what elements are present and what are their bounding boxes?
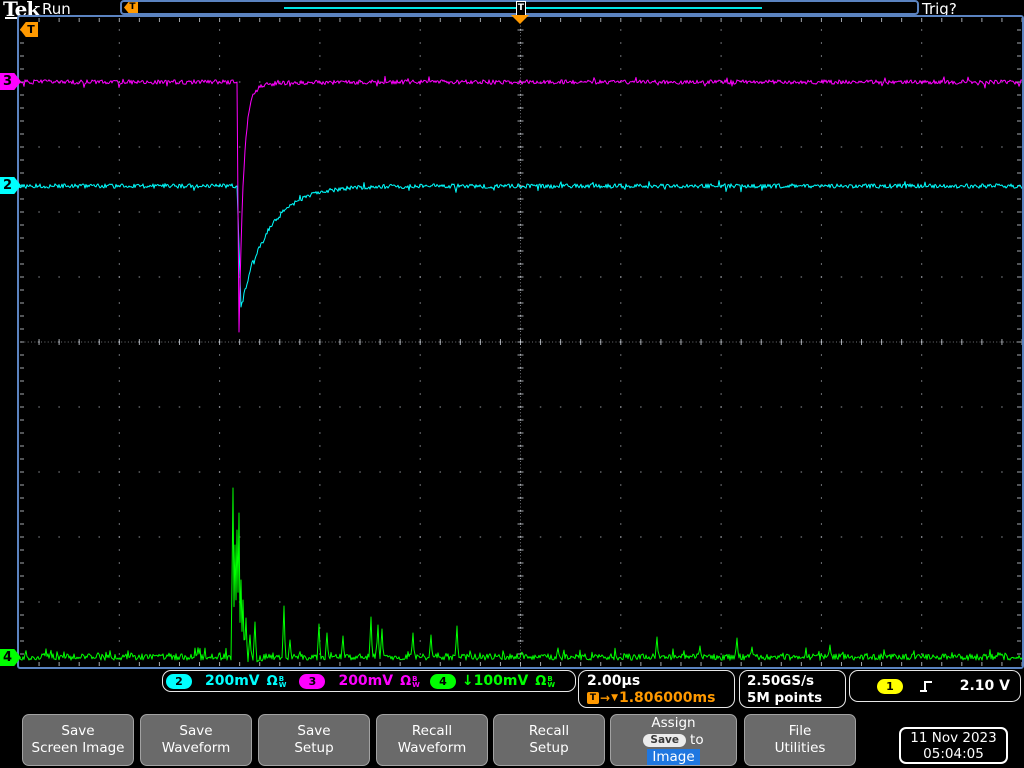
channel-4-readout[interactable]: 4 ↓100mV ΩBW bbox=[429, 673, 556, 689]
date-time-display: 11 Nov 2023 05:04:05 bbox=[899, 727, 1008, 764]
channel-2-readout[interactable]: 2 200mV ΩBW bbox=[166, 673, 286, 689]
delay-value: 1.806000ms bbox=[618, 690, 716, 706]
bandwidth-badge: BW bbox=[412, 674, 420, 689]
channel-2-coupling: ΩBW bbox=[266, 673, 287, 689]
channel-4-badge[interactable]: 4 bbox=[429, 673, 456, 689]
timebase-scale: 2.00µs bbox=[587, 673, 641, 689]
oscilloscope-screen: Tek Run T T Trig? T 3 2 4 2 200mV ΩBW 3 … bbox=[0, 0, 1024, 768]
channel-4-scale: ↓100mV bbox=[461, 673, 529, 689]
assign-save-button[interactable]: Assign Save to Image bbox=[610, 714, 737, 766]
recall-setup-button[interactable]: Recall Setup bbox=[493, 714, 605, 766]
channel-3-scale: 200mV bbox=[338, 673, 394, 689]
delay-marker-icon: ▼ bbox=[611, 693, 618, 703]
waveform-display bbox=[19, 18, 1022, 667]
recall-waveform-button[interactable]: Recall Waveform bbox=[376, 714, 488, 766]
delay-trigger-icon: T bbox=[587, 692, 599, 704]
assign-target: Image bbox=[647, 748, 700, 766]
trigger-readout[interactable]: 1 2.10 V bbox=[849, 670, 1021, 702]
assign-line2: Save to bbox=[643, 732, 704, 749]
timebase-readout[interactable]: 2.00µs T → ▼ 1.806000ms bbox=[578, 670, 735, 708]
expansion-point-triangle-icon[interactable] bbox=[511, 15, 529, 24]
trigger-delay-readout: T → ▼ 1.806000ms bbox=[587, 690, 726, 706]
channel-3-readout[interactable]: 3 200mV ΩBW bbox=[299, 673, 420, 689]
save-pill: Save bbox=[643, 733, 687, 747]
record-view-bar: T T bbox=[120, 0, 919, 16]
channel-4-coupling: ΩBW bbox=[535, 673, 556, 689]
graticule bbox=[17, 15, 1024, 669]
channel-3-badge[interactable]: 3 bbox=[299, 673, 326, 689]
channel-readouts: 2 200mV ΩBW 3 200mV ΩBW 4 ↓100mV ΩBW bbox=[162, 670, 576, 692]
expansion-point-marker-icon[interactable]: T bbox=[516, 1, 526, 16]
delay-arrow-icon: → bbox=[600, 691, 611, 705]
assign-line1: Assign bbox=[651, 714, 696, 731]
record-length: 5M points bbox=[747, 690, 823, 706]
record-trigger-flag-icon: T bbox=[124, 2, 138, 13]
channel-3-coupling: ΩBW bbox=[400, 673, 420, 689]
bandwidth-badge: BW bbox=[547, 674, 556, 689]
trigger-source-badge: 1 bbox=[877, 678, 903, 694]
acquisition-readout[interactable]: 2.50GS/s 5M points bbox=[739, 670, 846, 708]
save-setup-button[interactable]: Save Setup bbox=[258, 714, 370, 766]
trigger-level: 2.10 V bbox=[959, 678, 1010, 694]
bandwidth-badge: BW bbox=[278, 674, 287, 689]
save-screen-image-button[interactable]: Save Screen Image bbox=[22, 714, 134, 766]
save-waveform-button[interactable]: Save Waveform bbox=[140, 714, 252, 766]
date: 11 Nov 2023 bbox=[910, 729, 997, 746]
channel-2-badge[interactable]: 2 bbox=[166, 673, 192, 689]
rising-edge-icon bbox=[920, 680, 932, 692]
sample-rate: 2.50GS/s bbox=[747, 673, 815, 689]
ch3-waveform bbox=[19, 75, 1022, 333]
time: 05:04:05 bbox=[923, 745, 984, 762]
file-utilities-button[interactable]: File Utilities bbox=[744, 714, 856, 766]
channel-2-scale: 200mV bbox=[205, 673, 260, 689]
